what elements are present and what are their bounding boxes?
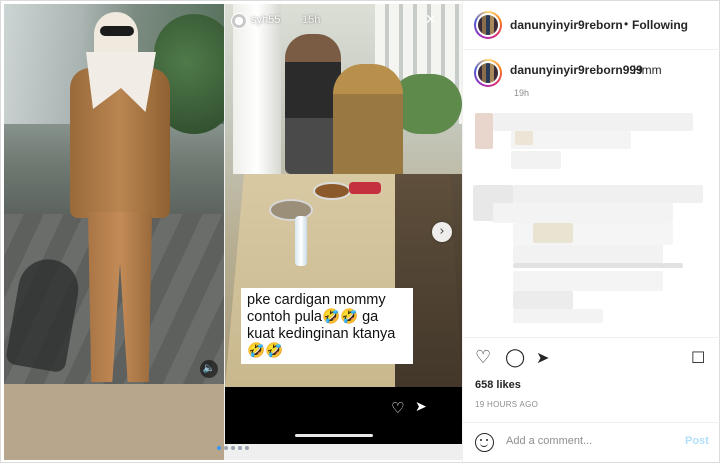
bookmark-icon[interactable]: ☐ bbox=[691, 348, 711, 368]
post-media[interactable]: 🔈 syh55 15h ✕ pke cardigan mommy contoh … bbox=[4, 4, 462, 460]
close-icon: ✕ bbox=[425, 12, 437, 28]
carousel-dot bbox=[224, 446, 228, 450]
story-username: syh55 bbox=[251, 14, 281, 26]
add-comment-bar: Post bbox=[463, 422, 720, 464]
carousel-dot bbox=[231, 446, 235, 450]
post-header: danunyinyir9reborn999 • Following bbox=[463, 1, 720, 50]
share-icon[interactable]: ➤ bbox=[536, 348, 556, 368]
separator-dot: • bbox=[624, 17, 629, 31]
heart-icon[interactable]: ♡ bbox=[475, 348, 495, 368]
story-screenshot: syh55 15h ✕ pke cardigan mommy contoh pu… bbox=[225, 4, 462, 444]
comment-input[interactable] bbox=[506, 435, 666, 447]
post-sidebar: danunyinyir9reborn999 • Following danuny… bbox=[462, 1, 720, 464]
comment-text: Hmm bbox=[633, 63, 662, 77]
emoji-icon[interactable] bbox=[475, 433, 494, 452]
send-icon: ➤ bbox=[415, 399, 427, 415]
comment-username[interactable]: danunyinyir9reborn999 bbox=[510, 63, 643, 77]
photo-walking-woman: 🔈 bbox=[4, 4, 224, 384]
story-time: 15h bbox=[302, 14, 321, 26]
post-timestamp: 19 HOURS AGO bbox=[475, 400, 539, 409]
media-background bbox=[4, 384, 224, 460]
likes-count[interactable]: 658 likes bbox=[475, 379, 521, 391]
mute-icon[interactable]: 🔈 bbox=[200, 360, 218, 378]
post-dialog: 🔈 syh55 15h ✕ pke cardigan mommy contoh … bbox=[0, 0, 720, 464]
story-avatar bbox=[231, 13, 247, 29]
comment-time: 19h bbox=[514, 88, 530, 98]
carousel-dot bbox=[217, 446, 221, 450]
carousel-dot bbox=[238, 446, 242, 450]
post-button[interactable]: Post bbox=[685, 435, 709, 447]
next-slide-button[interactable]: › bbox=[432, 222, 452, 242]
author-username[interactable]: danunyinyir9reborn999 bbox=[510, 18, 622, 32]
carousel-dot bbox=[245, 446, 249, 450]
author-avatar[interactable] bbox=[474, 11, 502, 39]
story-caption: pke cardigan mommy contoh pula🤣🤣 ga kuat… bbox=[241, 288, 413, 364]
following-button[interactable]: Following bbox=[632, 18, 688, 32]
comment-avatar[interactable] bbox=[474, 59, 502, 87]
home-indicator bbox=[295, 434, 373, 437]
heart-icon: ♡ bbox=[391, 399, 405, 417]
story-header: syh55 15h ✕ bbox=[225, 4, 462, 34]
comment-icon[interactable]: ◯ bbox=[505, 348, 525, 368]
carousel-indicator bbox=[217, 446, 257, 452]
